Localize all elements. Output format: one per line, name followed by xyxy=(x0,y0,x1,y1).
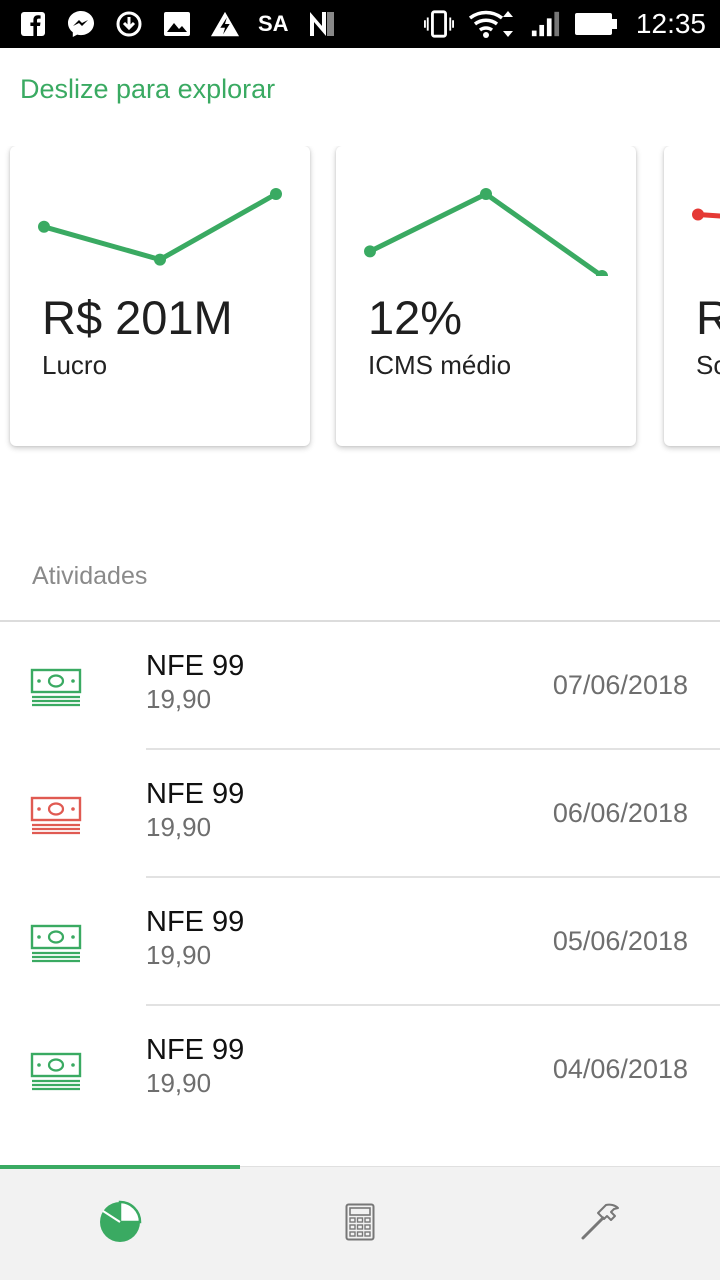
money-icon xyxy=(30,794,82,836)
download-icon xyxy=(114,9,144,39)
swipe-hint: Deslize para explorar xyxy=(20,74,276,104)
item-amount: 19,90 xyxy=(146,684,212,714)
flash-icon xyxy=(210,9,240,39)
bottom-navigation xyxy=(0,1165,720,1280)
kpi-value: 12% xyxy=(368,291,463,344)
status-bar: SA 12:35 xyxy=(0,0,720,48)
wifi-icon xyxy=(468,9,516,39)
trend-point xyxy=(154,253,166,266)
trend-sparkline xyxy=(38,188,282,266)
kpi-label: Lucro xyxy=(42,350,108,380)
pie-chart-icon xyxy=(97,1199,143,1250)
trend-point xyxy=(692,208,704,221)
money-icon xyxy=(30,1050,82,1092)
trend-point xyxy=(38,220,50,233)
item-date: 04/06/2018 xyxy=(552,1054,688,1084)
item-title: NFE 99 xyxy=(146,1034,245,1066)
list-item[interactable]: NFE 99 19,90 04/06/2018 xyxy=(0,1006,720,1134)
tab-tools[interactable] xyxy=(480,1167,720,1280)
trend-sparkline xyxy=(692,208,720,221)
carrier-text: SA xyxy=(258,11,289,36)
kpi-label: So xyxy=(696,350,720,380)
kpi-value: R xyxy=(696,291,720,344)
kpi-value: R$ 201M xyxy=(42,291,233,344)
item-title: NFE 99 xyxy=(146,650,245,682)
item-amount: 19,90 xyxy=(146,1068,212,1098)
item-amount: 19,90 xyxy=(146,940,212,970)
money-icon xyxy=(30,666,82,708)
facebook-icon xyxy=(18,9,48,39)
item-date: 07/06/2018 xyxy=(552,670,688,700)
nfc-icon xyxy=(307,9,337,39)
item-title: NFE 99 xyxy=(146,778,245,810)
tab-dashboard[interactable] xyxy=(0,1167,240,1280)
kpi-card-lucro[interactable]: R$ 201M Lucro xyxy=(10,146,310,446)
trend-point xyxy=(364,245,376,258)
battery-icon xyxy=(574,9,618,39)
signal-icon xyxy=(530,9,560,39)
status-time: 12:35 xyxy=(635,8,706,39)
messenger-icon xyxy=(66,9,96,39)
kpi-carousel[interactable]: R$ 201M Lucro 12% ICMS médio R So xyxy=(0,146,720,456)
kpi-card-partial[interactable]: R So xyxy=(664,146,720,446)
vibrate-icon xyxy=(423,9,454,39)
calculator-icon xyxy=(345,1203,375,1246)
list-item[interactable]: NFE 99 19,90 05/06/2018 xyxy=(0,878,720,1006)
trend-line xyxy=(43,191,278,263)
trend-sparkline xyxy=(364,188,608,276)
kpi-card-icms[interactable]: 12% ICMS médio xyxy=(336,146,636,446)
hammer-icon xyxy=(579,1202,621,1247)
trend-point xyxy=(270,188,282,200)
item-date: 05/06/2018 xyxy=(552,926,688,956)
list-item[interactable]: NFE 99 19,90 07/06/2018 xyxy=(0,622,720,750)
item-amount: 19,90 xyxy=(146,812,212,842)
trend-line xyxy=(368,191,604,276)
item-date: 06/06/2018 xyxy=(552,798,688,828)
money-icon xyxy=(30,922,82,964)
trend-point xyxy=(480,188,492,200)
kpi-label: ICMS médio xyxy=(368,350,512,380)
item-title: NFE 99 xyxy=(146,906,245,938)
image-icon xyxy=(162,9,192,39)
activities-title: Atividades xyxy=(32,562,148,590)
activities-list: NFE 99 19,90 07/06/2018 NFE 99 19,90 06/… xyxy=(0,622,720,1134)
tab-calculator[interactable] xyxy=(240,1167,480,1280)
list-item[interactable]: NFE 99 19,90 06/06/2018 xyxy=(0,750,720,878)
